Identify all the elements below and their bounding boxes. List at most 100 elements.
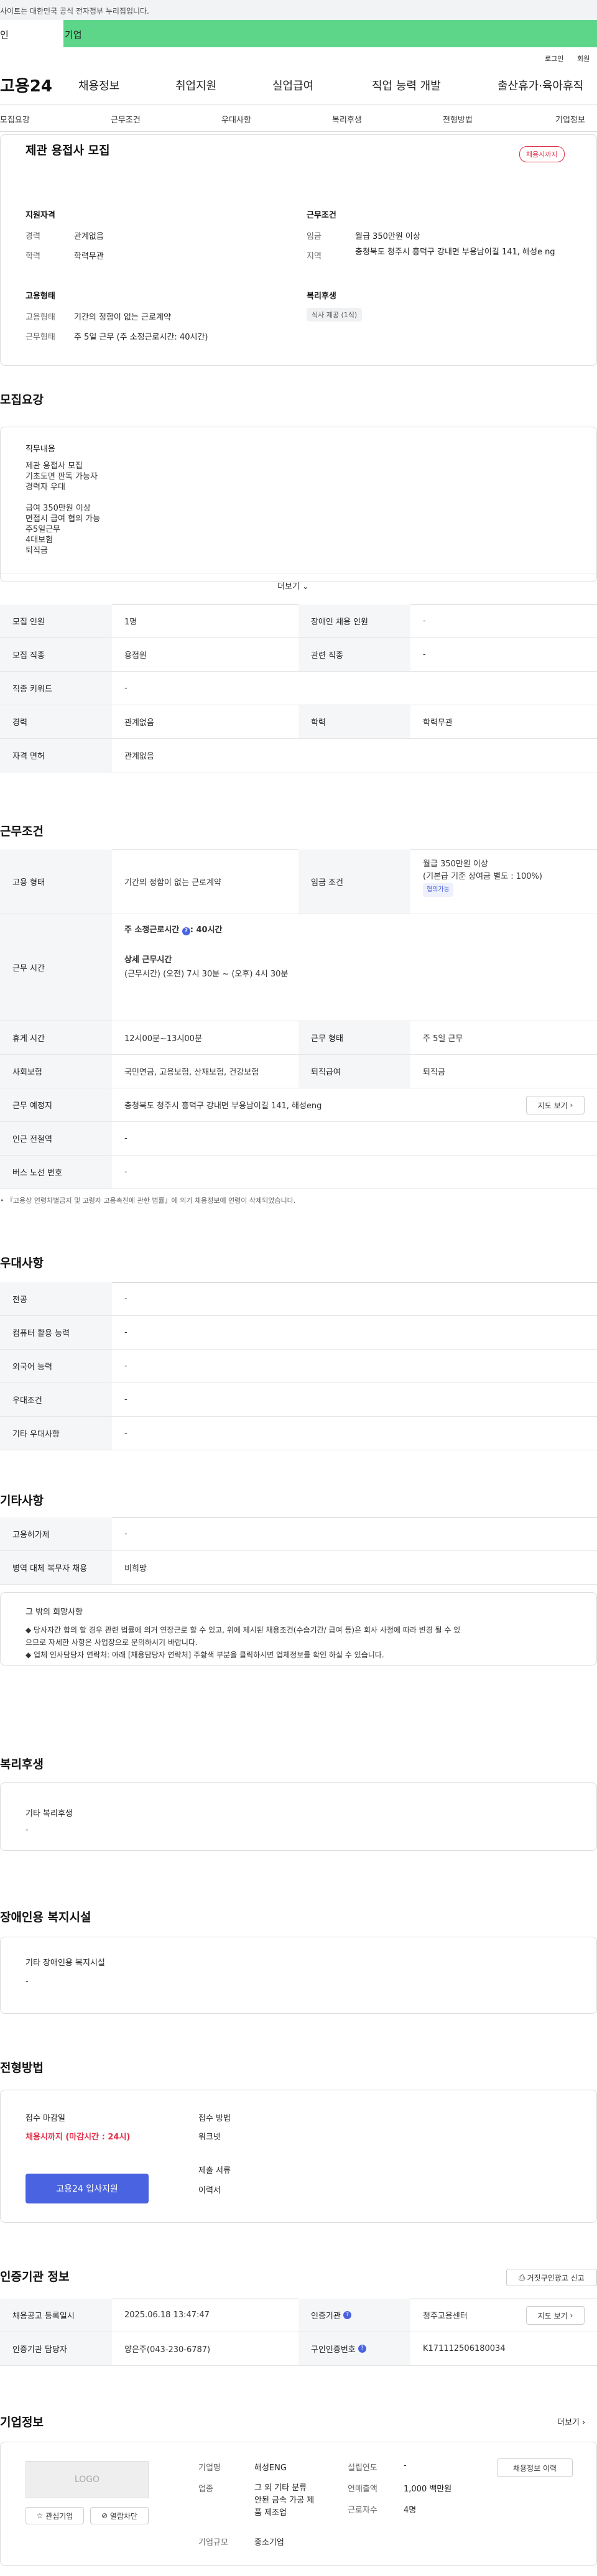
table-header-cell: 장애인 채용 인원: [298, 605, 410, 637]
notice-line: ◆ 당사자간 합의 할 경우 관련 법률에 의거 연장근로 할 수 있고, 위에…: [25, 1626, 461, 1634]
table-value-cell: -: [124, 1429, 127, 1438]
map-button-label: 지도 보기: [537, 1101, 568, 1110]
table-header-cell: 외국어 능력: [0, 1350, 112, 1383]
conditions-section-title: 근무조건: [0, 825, 44, 838]
tab-personal[interactable]: 인: [0, 20, 63, 47]
wage-value: 월급 350만원 이상: [355, 232, 420, 241]
company-more-link[interactable]: 더보기 ›: [557, 2416, 585, 2427]
gnb-item-training[interactable]: 직업 능력 개발: [372, 77, 441, 93]
process-box: 접수 마감일 채용시까지 (마감시간 : 24시) 고용24 입사지원 접수 방…: [0, 2090, 597, 2223]
reg-date-value: 2025.06.18 13:47:47: [124, 2310, 210, 2320]
process-section-title: 전형방법: [0, 2061, 44, 2075]
age-note-text: 『고용상 연령차별금지 및 고령자 고용촉진에 관한 법률』에 의거 채용정보에…: [6, 1197, 296, 1205]
auth-map-button[interactable]: 지도 보기 ›: [526, 2306, 585, 2325]
welfare-sub: 기타 복리후생: [25, 1809, 73, 1818]
info-icon[interactable]: ?: [343, 2311, 351, 2319]
company-name-label: 기업명: [198, 2463, 221, 2473]
duty-line: 급여 350만원 이상: [25, 504, 91, 513]
subnav-process[interactable]: 전형방법: [443, 113, 473, 125]
industry-line: 품 제조업: [254, 2508, 287, 2518]
disabled-sub: 기타 장애인용 복지시설: [25, 1958, 105, 1968]
report-button[interactable]: ⎙ 거짓구인광고 신고: [506, 2269, 597, 2286]
site-logo[interactable]: 고용24: [0, 73, 52, 96]
table-row: 근무 시간 주 소정근로시간 ?: 40시간 상세 근무시간 (근무시간) (오…: [0, 914, 597, 1021]
founded-label: 설립연도: [348, 2463, 377, 2473]
duty-line: [25, 493, 100, 503]
auth-number-value: K171112506180034: [423, 2344, 506, 2353]
table-row: 휴게 시간 12시00분~13시00분 근무 형태 주 5일 근무: [0, 1021, 597, 1055]
company-name-value: 해성ENG: [254, 2463, 287, 2473]
wage-cell: 월급 350만원 이상 (기본급 기준 상여금 별도 : 100%) 협의가능: [410, 850, 597, 914]
employees-label: 근로자수: [348, 2506, 377, 2515]
interest-button[interactable]: ☆ 관심기업: [25, 2507, 84, 2524]
table-row: 경력 관계없음 학력 학력무관: [0, 705, 597, 739]
deadline-label: 접수 마감일: [25, 2114, 65, 2123]
table-row: 모집 직종 용접원 관련 직종 -: [0, 638, 597, 672]
employ-type-header: 고용 형태: [0, 850, 112, 914]
welfare-value: -: [25, 1825, 29, 1835]
gnb-item-parental[interactable]: 출산휴가·육아휴직: [497, 77, 583, 93]
apply-button[interactable]: 고용24 입사지원: [25, 2174, 149, 2203]
wage-label: 임금: [307, 232, 322, 241]
condition-heading: 근무조건: [307, 211, 336, 220]
more-label: 더보기: [277, 582, 300, 591]
table-value-cell: -: [124, 683, 127, 693]
login-link[interactable]: 로그인: [545, 53, 563, 63]
wage-line-1: 월급 350만원 이상: [423, 859, 488, 869]
info-icon[interactable]: ?: [182, 927, 190, 935]
employees-value: 4명: [404, 2506, 417, 2515]
utility-bar: 로그인 회원: [0, 47, 597, 66]
subnav-conditions[interactable]: 근무조건: [111, 113, 141, 125]
company-more-label: 더보기: [557, 2418, 580, 2427]
job-title: 제관 용접사 모집: [25, 144, 110, 157]
manager-header: 인증기관 담당자: [0, 2332, 112, 2365]
signup-link[interactable]: 회원: [577, 53, 590, 63]
welfare-chip: 식사 제공 (1식): [307, 308, 363, 322]
block-button[interactable]: ⊘ 열람차단: [90, 2507, 149, 2524]
info-icon[interactable]: ?: [358, 2345, 366, 2353]
reg-date-header: 채용공고 등록일시: [0, 2299, 112, 2332]
table-value-cell: -: [124, 1361, 127, 1371]
notice-box: 그 밖의 희망사항 ◆ 당사자간 합의 할 경우 관련 법률에 의거 연장근로 …: [0, 1592, 597, 1666]
subway-header: 인근 전철역: [0, 1122, 112, 1155]
table-row: 버스 노선 번호 -: [0, 1156, 597, 1189]
disabled-value: -: [25, 1977, 29, 1986]
map-button[interactable]: 지도 보기 ›: [526, 1096, 585, 1114]
recruit-section-title: 모집요강: [0, 393, 44, 407]
table-value-cell: -: [423, 616, 426, 626]
detail-hours-title: 상세 근무시간: [124, 955, 172, 965]
gnb-item-employment[interactable]: 취업지원: [175, 77, 216, 93]
duty-line: 4대보험: [25, 535, 53, 545]
table-header-cell: 고용허가제: [0, 1517, 112, 1550]
weekly-hours-label: 주 소정근로시간: [124, 925, 180, 935]
negotiable-chip: 협의가능: [423, 883, 453, 897]
table-row: 컴퓨터 활용 능력 -: [0, 1316, 597, 1350]
table-header-cell: 병역 대체 복무자 채용: [0, 1551, 112, 1584]
table-header-cell: 관련 직종: [298, 638, 410, 671]
company-size-value: 중소기업: [254, 2538, 284, 2547]
table-header-cell: 모집 인원: [0, 605, 112, 637]
place-header: 근무 예정지: [0, 1088, 112, 1121]
sales-label: 연매출액: [348, 2485, 377, 2494]
duty-content: 제관 용접사 모집 기초도면 판독 가능자 경력자 우대 급여 350만원 이상 면접시…: [25, 461, 100, 556]
industry-line: 안된 금속 가공 제: [254, 2496, 315, 2505]
subnav-preference[interactable]: 우대사항: [221, 113, 251, 125]
worktype-value: 주 5일 근무: [423, 1034, 463, 1044]
table-row: 직종 키워드 -: [0, 672, 597, 705]
table-value-cell: 학력무관: [423, 718, 453, 728]
table-value-cell: -: [124, 1395, 127, 1404]
block-label: 열람차단: [109, 2511, 138, 2521]
table-row: 모집 인원 1명 장애인 채용 인원 -: [0, 605, 597, 638]
subnav-company[interactable]: 기업정보: [555, 113, 585, 125]
subnav-welfare[interactable]: 복리후생: [332, 113, 362, 125]
tab-company[interactable]: 기업: [63, 20, 597, 47]
more-button[interactable]: 더보기 ⌄: [277, 580, 309, 591]
job-history-button[interactable]: 채용정보 이력: [497, 2458, 573, 2477]
gnb-item-unemployment[interactable]: 실업급여: [272, 77, 313, 93]
table-row: 병역 대체 복무자 채용 비희망: [0, 1551, 597, 1585]
duty-line: 기초도면 판독 가능자: [25, 472, 98, 481]
employ-type-value: 기간의 정함이 없는 근로계약: [124, 878, 221, 887]
duty-line: 퇴직금: [25, 546, 48, 555]
subnav-recruit[interactable]: 모집요강: [0, 113, 30, 125]
gnb-item-jobs[interactable]: 채용정보: [78, 77, 119, 93]
